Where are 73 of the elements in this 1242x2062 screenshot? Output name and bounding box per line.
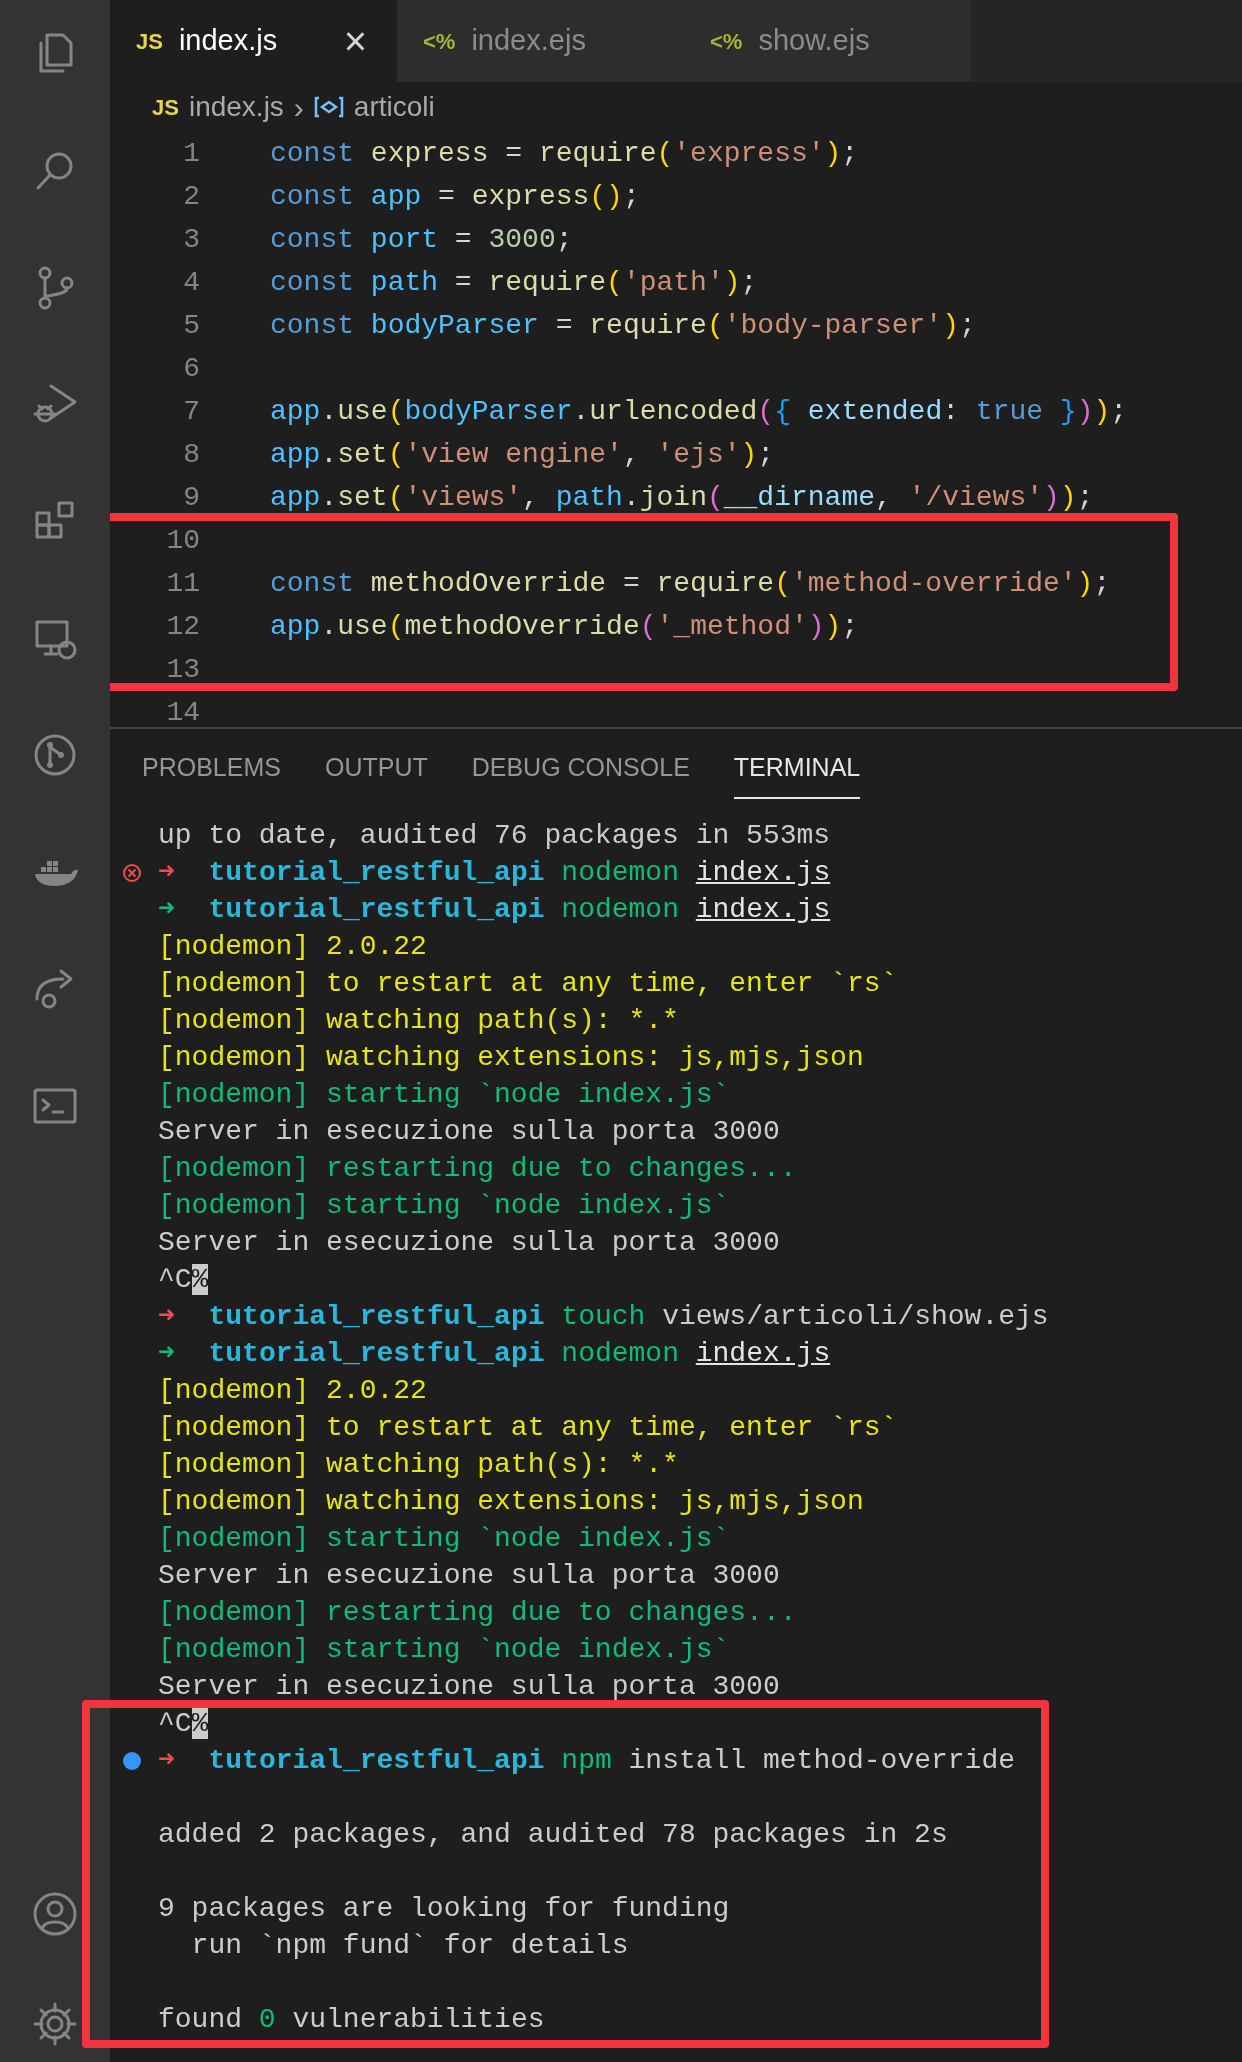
line-number: 5 [182, 308, 200, 343]
terminal-line: [nodemon] to restart at any time, enter `rs` [158, 966, 898, 1001]
code-line: const express = require('express'); [270, 136, 859, 171]
terminal-line: [nodemon] starting `node index.js` [158, 1188, 730, 1223]
line-number: 6 [182, 351, 200, 386]
line-number: 9 [182, 480, 200, 515]
terminal-line: [nodemon] 2.0.22 [158, 1373, 427, 1408]
panel-tab[interactable]: DEBUG CONSOLE [471, 739, 690, 799]
breadcrumb-item[interactable]: index.js [188, 86, 284, 128]
code-line: const app = express(); [270, 179, 640, 214]
terminal-line: [nodemon] to restart at any time, enter `rs` [158, 1410, 898, 1445]
terminal-line: 9 packages are looking for funding [158, 1891, 730, 1926]
line-number: 12 [165, 609, 200, 644]
terminal-line: run `npm fund` for details [190, 1928, 629, 1963]
terminal-line: [nodemon] restarting due to changes... [158, 1595, 797, 1630]
file-type-icon: <% [710, 24, 743, 58]
error-icon [122, 862, 142, 883]
terminal-line: [nodemon] watching extensions: js,mjs,json [158, 1040, 864, 1075]
terminal-line: ^C% [158, 1706, 209, 1741]
editor-tab[interactable]: <% show.ejs [684, 0, 971, 82]
terminal-line: ➜ tutorial_restful_api nodemon index.js [158, 855, 831, 890]
terminal-line: Server in esecuzione sulla porta 3000 [158, 1669, 780, 1704]
code-line: const methodOverride = require('method-override'); [270, 566, 1111, 601]
terminal-line: Server in esecuzione sulla porta 3000 [158, 1114, 780, 1149]
line-number: 7 [182, 394, 200, 429]
terminal-line: [nodemon] starting `node index.js` [158, 1077, 730, 1112]
chevron-icon: › [293, 84, 304, 130]
account-icon[interactable] [31, 1890, 79, 1938]
terminal-line: [nodemon] 2.0.22 [158, 929, 427, 964]
code-line: const bodyParser = require('body-parser'); [270, 308, 976, 343]
terminal-line: ➜ tutorial_restful_api touch views/articoli/show.ejs [158, 1299, 1049, 1334]
code-line: const port = 3000; [270, 222, 573, 257]
line-number: 13 [165, 652, 200, 687]
terminal-line: [nodemon] starting `node index.js` [158, 1632, 730, 1667]
line-number: 11 [165, 566, 200, 601]
terminal-line: up to date, audited 76 packages in 553ms [158, 818, 831, 853]
line-number: 1 [182, 136, 200, 171]
line-number: 14 [165, 695, 200, 727]
terminal-line: [nodemon] restarting due to changes... [158, 1151, 797, 1186]
code-line: app.set('view engine', 'ejs'); [270, 437, 775, 472]
breadcrumb-item[interactable]: articoli [353, 86, 435, 128]
code-line: app.set('views', path.join(__dirname, '/views')); [270, 480, 1094, 515]
terminal-line: [nodemon] watching path(s): *.* [158, 1003, 679, 1038]
file-type-icon: <% [423, 24, 456, 58]
editor-tab[interactable]: JS index.js × [110, 0, 397, 82]
panel-tab[interactable]: PROBLEMS [142, 739, 281, 799]
terminal-line: Server in esecuzione sulla porta 3000 [158, 1558, 780, 1593]
terminal-line: [nodemon] starting `node index.js` [158, 1521, 730, 1556]
symbol-icon [313, 95, 344, 119]
line-number: 3 [182, 222, 200, 257]
file-type-icon: JS [152, 90, 179, 124]
close-icon[interactable]: × [343, 11, 367, 71]
terminal-line: added 2 packages, and audited 78 packages in 2s [158, 1817, 948, 1852]
line-number: 4 [182, 265, 200, 300]
panel-tab[interactable]: TERMINAL [733, 739, 861, 799]
panel-tab[interactable]: OUTPUT [324, 739, 428, 799]
settings-icon[interactable] [31, 2000, 79, 2048]
file-type-icon: JS [136, 24, 163, 58]
terminal-line: ^C% [158, 1262, 209, 1297]
terminal-line: [nodemon] watching extensions: js,mjs,json [158, 1484, 864, 1519]
terminal-line: ➜ tutorial_restful_api nodemon index.js [158, 892, 831, 927]
terminal-line: [nodemon] watching path(s): *.* [158, 1447, 679, 1482]
line-number: 8 [182, 437, 200, 472]
terminal-line: found 0 vulnerabilities [158, 2002, 545, 2037]
line-number: 10 [165, 523, 200, 558]
line-number: 2 [182, 179, 200, 214]
editor-tab[interactable]: <% index.ejs [397, 0, 684, 82]
terminal-line: Server in esecuzione sulla porta 3000 [158, 1225, 780, 1260]
terminal-line: ➜ tutorial_restful_api npm install method-override [158, 1743, 1015, 1778]
terminal-line: ➜ tutorial_restful_api nodemon index.js [158, 1336, 831, 1371]
code-line: app.use(methodOverride('_method')); [270, 609, 859, 644]
code-line: app.use(bodyParser.urlencoded({ extended: true })); [270, 394, 1128, 429]
code-line: const path = require('path'); [270, 265, 758, 300]
